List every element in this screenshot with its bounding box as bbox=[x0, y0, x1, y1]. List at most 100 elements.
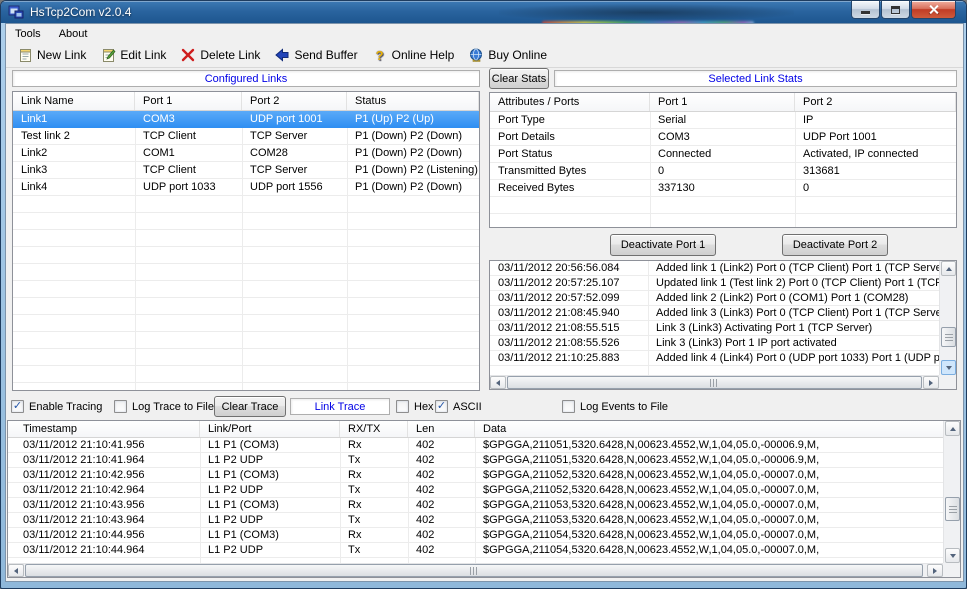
selected-link-stats-header: Selected Link Stats bbox=[554, 70, 957, 87]
edit-link-button[interactable]: Edit Link bbox=[93, 44, 173, 66]
scroll-left-button[interactable] bbox=[490, 376, 506, 389]
deactivate-port1-button[interactable]: Deactivate Port 1 bbox=[610, 234, 716, 256]
scroll-thumb[interactable] bbox=[945, 497, 960, 521]
column-header-timestamp[interactable]: Timestamp bbox=[8, 421, 200, 437]
link-trace-header: Link Trace bbox=[290, 398, 390, 415]
link-row[interactable]: Link1 COM3 UDP port 1001 P1 (Up) P2 (Up) bbox=[13, 111, 479, 128]
scroll-thumb[interactable] bbox=[941, 327, 956, 347]
configured-links-table: Link Name Port 1 Port 2 Status Link1 COM… bbox=[12, 91, 480, 391]
stats-row[interactable]: Transmitted Bytes 0 313681 bbox=[490, 163, 956, 180]
scroll-right-button[interactable] bbox=[927, 564, 943, 577]
stats-row[interactable]: Port Type Serial IP bbox=[490, 112, 956, 129]
log-trace-to-file-checkbox[interactable]: Log Trace to File bbox=[114, 399, 214, 414]
deactivate-port2-button[interactable]: Deactivate Port 2 bbox=[782, 234, 888, 256]
scrollbar-corner bbox=[939, 375, 956, 389]
column-header-link-name[interactable]: Link Name bbox=[13, 92, 135, 110]
ascii-checkbox[interactable]: ✓ ASCII bbox=[435, 399, 482, 414]
link-row[interactable]: Link3 TCP Client TCP Server P1 (Down) P2… bbox=[13, 162, 479, 179]
scroll-up-button[interactable] bbox=[945, 421, 960, 436]
event-row[interactable]: 03/11/2012 20:56:56.084 Added link 1 (Li… bbox=[490, 261, 939, 276]
trace-row[interactable]: 03/11/2012 21:10:42.956 L1 P1 (COM3) Rx … bbox=[8, 468, 943, 483]
link-row[interactable]: Test link 2 TCP Client TCP Server P1 (Do… bbox=[13, 128, 479, 145]
enable-tracing-checkbox[interactable]: ✓ Enable Tracing bbox=[11, 399, 102, 414]
clear-trace-button[interactable]: Clear Trace bbox=[214, 396, 286, 417]
new-link-button[interactable]: New Link bbox=[10, 44, 93, 66]
delete-link-button[interactable]: Delete Link bbox=[173, 44, 267, 66]
stats-row[interactable]: Port Details COM3 UDP Port 1001 bbox=[490, 129, 956, 146]
maximize-button[interactable] bbox=[881, 1, 910, 19]
checkbox-icon bbox=[562, 400, 575, 413]
configured-links-header: Configured Links bbox=[12, 70, 480, 87]
thumb-grip bbox=[470, 567, 479, 575]
buy-online-button[interactable]: Buy Online bbox=[461, 44, 554, 66]
toolbar: New Link Edit Link Delete Link bbox=[6, 43, 963, 68]
column-header-port2[interactable]: Port 2 bbox=[242, 92, 347, 110]
column-header-data[interactable]: Data bbox=[475, 421, 960, 437]
event-row[interactable]: 03/11/2012 21:08:45.940 Added link 3 (Li… bbox=[490, 306, 939, 321]
scroll-thumb[interactable] bbox=[25, 564, 923, 577]
checkbox-checked-icon: ✓ bbox=[11, 400, 24, 413]
scroll-thumb[interactable] bbox=[507, 376, 922, 389]
event-row[interactable]: 03/11/2012 21:08:55.515 Link 3 (Link3) A… bbox=[490, 321, 939, 336]
stats-row[interactable]: Port Status Connected Activated, IP conn… bbox=[490, 146, 956, 163]
scroll-left-button[interactable] bbox=[8, 564, 24, 577]
link-stats-table: Attributes / Ports Port 1 Port 2 Port Ty… bbox=[489, 92, 957, 228]
event-vertical-scrollbar[interactable] bbox=[939, 261, 956, 375]
column-header-len[interactable]: Len bbox=[408, 421, 475, 437]
scroll-up-button[interactable] bbox=[941, 261, 956, 276]
hex-checkbox[interactable]: Hex bbox=[396, 399, 434, 414]
app-window: HsTcp2Com v2.0.4 Tools About bbox=[0, 0, 967, 589]
link-row[interactable]: Link2 COM1 COM28 P1 (Down) P2 (Down) bbox=[13, 145, 479, 162]
glass-reflection bbox=[499, 4, 794, 21]
event-horizontal-scrollbar[interactable] bbox=[490, 375, 939, 389]
arrow-right-icon bbox=[929, 380, 933, 386]
event-row[interactable]: 03/11/2012 21:08:55.526 Link 3 (Link3) P… bbox=[490, 336, 939, 351]
event-row[interactable]: 03/11/2012 21:10:25.883 Added link 4 (Li… bbox=[490, 351, 939, 366]
event-row[interactable]: 03/11/2012 20:57:52.099 Added link 2 (Li… bbox=[490, 291, 939, 306]
window-title: HsTcp2Com v2.0.4 bbox=[30, 5, 131, 19]
stats-row[interactable]: Received Bytes 337130 0 bbox=[490, 180, 956, 197]
scroll-down-button[interactable] bbox=[945, 548, 960, 563]
trace-table-header: Timestamp Link/Port RX/TX Len Data bbox=[8, 421, 960, 438]
online-help-button[interactable]: ? Online Help bbox=[365, 45, 462, 66]
column-header-link-port[interactable]: Link/Port bbox=[200, 421, 340, 437]
menu-tools[interactable]: Tools bbox=[6, 26, 50, 42]
trace-row[interactable]: 03/11/2012 21:10:44.964 L1 P2 UDP Tx 402… bbox=[8, 543, 943, 558]
clear-stats-button[interactable]: Clear Stats bbox=[489, 68, 549, 89]
menu-about[interactable]: About bbox=[50, 26, 97, 42]
column-header-status[interactable]: Status bbox=[347, 92, 479, 110]
trace-vertical-scrollbar[interactable] bbox=[943, 421, 960, 563]
trace-row[interactable]: 03/11/2012 21:10:43.956 L1 P1 (COM3) Rx … bbox=[8, 498, 943, 513]
delete-link-label: Delete Link bbox=[200, 48, 260, 62]
checkbox-label: ASCII bbox=[453, 401, 482, 413]
trace-row[interactable]: 03/11/2012 21:10:44.956 L1 P1 (COM3) Rx … bbox=[8, 528, 943, 543]
trace-row[interactable]: 03/11/2012 21:10:41.964 L1 P2 UDP Tx 402… bbox=[8, 453, 943, 468]
scroll-down-button[interactable] bbox=[941, 360, 956, 375]
new-link-label: New Link bbox=[37, 48, 86, 62]
minimize-button[interactable] bbox=[851, 1, 880, 19]
thumb-grip bbox=[949, 505, 957, 513]
column-header-stats-port2[interactable]: Port 2 bbox=[795, 93, 956, 111]
column-header-port1[interactable]: Port 1 bbox=[135, 92, 242, 110]
stats-table-body: Port Type Serial IP Port Details COM3 UD… bbox=[490, 112, 956, 228]
minimize-icon bbox=[861, 11, 870, 14]
window-controls bbox=[850, 1, 956, 19]
arrow-right-icon bbox=[933, 568, 937, 574]
send-buffer-button[interactable]: Send Buffer bbox=[267, 44, 364, 66]
column-header-stats-port1[interactable]: Port 1 bbox=[650, 93, 795, 111]
trace-row[interactable]: 03/11/2012 21:10:42.964 L1 P2 UDP Tx 402… bbox=[8, 483, 943, 498]
thumb-grip bbox=[945, 333, 953, 341]
trace-row[interactable]: 03/11/2012 21:10:43.964 L1 P2 UDP Tx 402… bbox=[8, 513, 943, 528]
column-header-rxtx[interactable]: RX/TX bbox=[340, 421, 408, 437]
trace-row[interactable]: 03/11/2012 21:10:41.956 L1 P1 (COM3) Rx … bbox=[8, 438, 943, 453]
scroll-right-button[interactable] bbox=[923, 376, 939, 389]
column-header-attributes[interactable]: Attributes / Ports bbox=[490, 93, 650, 111]
send-buffer-label: Send Buffer bbox=[294, 48, 357, 62]
links-table-body: Link1 COM3 UDP port 1001 P1 (Up) P2 (Up)… bbox=[13, 111, 479, 390]
event-row[interactable]: 03/11/2012 20:57:25.107 Updated link 1 (… bbox=[490, 276, 939, 291]
log-events-to-file-checkbox[interactable]: Log Events to File bbox=[562, 399, 668, 414]
close-button[interactable] bbox=[911, 1, 956, 19]
trace-horizontal-scrollbar[interactable] bbox=[8, 563, 943, 577]
event-log-list: 03/11/2012 20:56:56.084 Added link 1 (Li… bbox=[489, 260, 957, 390]
link-row[interactable]: Link4 UDP port 1033 UDP port 1556 P1 (Do… bbox=[13, 179, 479, 196]
